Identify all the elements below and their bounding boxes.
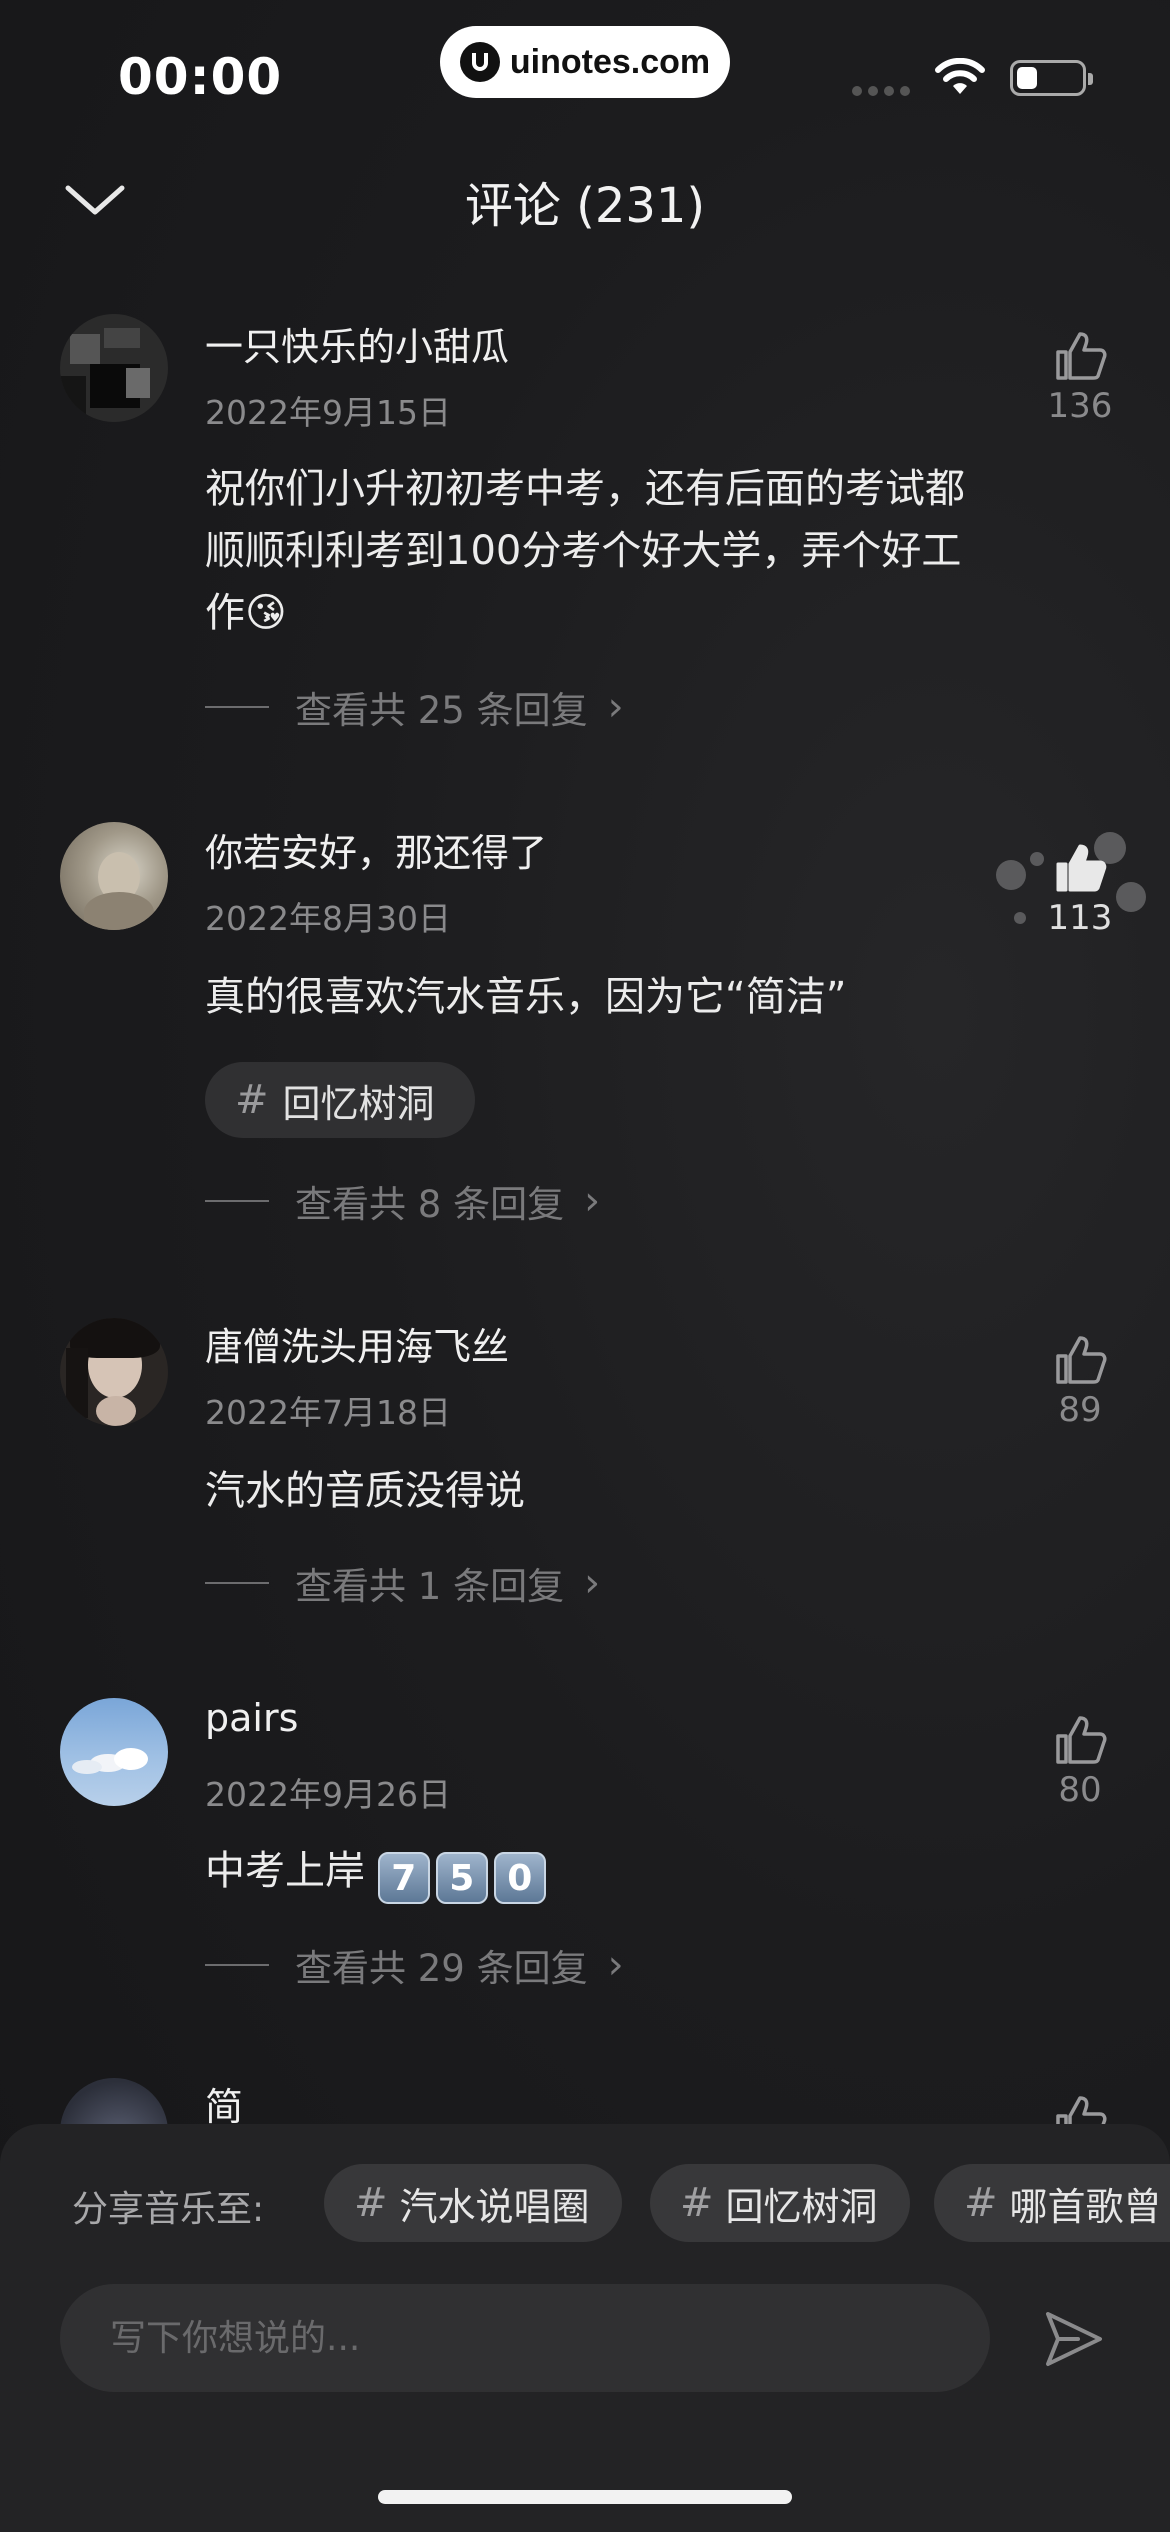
keycap-emoji-group: 750 bbox=[377, 1848, 552, 1904]
hashtag-icon: # bbox=[235, 1077, 269, 1123]
share-chip-label: 哪首歌曾 bbox=[1009, 2184, 1162, 2229]
comment-input-field[interactable] bbox=[60, 2284, 990, 2392]
share-chip-label: 汽水说唱圈 bbox=[399, 2184, 590, 2229]
comment-text-content: 中考上岸 bbox=[205, 1848, 365, 1894]
chevron-right-icon: › bbox=[607, 684, 624, 730]
view-replies-link[interactable]: 查看共 25 条回复 › bbox=[205, 680, 624, 734]
topic-tag[interactable]: # 回忆树洞 bbox=[205, 1062, 475, 1138]
avatar[interactable] bbox=[60, 1318, 168, 1426]
share-chip[interactable]: # 汽水说唱圈 bbox=[324, 2164, 622, 2242]
view-replies-label: 查看共 1 条回复 bbox=[295, 1565, 565, 1608]
chevron-right-icon: › bbox=[584, 1178, 601, 1224]
comment-text: 中考上岸 750 bbox=[205, 1840, 1005, 1904]
keycap-emoji: 0 bbox=[493, 1852, 546, 1904]
chevron-right-icon: › bbox=[607, 1942, 624, 1988]
share-chip-label: 回忆树洞 bbox=[725, 2184, 878, 2229]
send-icon[interactable] bbox=[1042, 2308, 1106, 2370]
comment-author[interactable]: 你若安好，那还得了 bbox=[205, 822, 547, 877]
watermark-text: uinotes.com bbox=[509, 42, 711, 81]
view-replies-label: 查看共 8 条回复 bbox=[295, 1183, 565, 1226]
view-replies-link[interactable]: 查看共 1 条回复 › bbox=[205, 1556, 600, 1610]
wifi-icon bbox=[935, 58, 985, 94]
home-indicator bbox=[378, 2490, 792, 2504]
view-replies-label: 查看共 29 条回复 bbox=[295, 1947, 588, 1990]
like-button[interactable]: 89 bbox=[1040, 1334, 1120, 1430]
view-replies-label: 查看共 25 条回复 bbox=[295, 689, 588, 732]
comment-author[interactable]: 唐僧洗头用海飞丝 bbox=[205, 1316, 509, 1371]
comment-input[interactable] bbox=[60, 2284, 990, 2392]
like-count: 113 bbox=[1047, 898, 1113, 938]
comment-author[interactable]: 一只快乐的小甜瓜 bbox=[205, 316, 509, 371]
battery-icon bbox=[1010, 60, 1093, 96]
hashtag-icon: # bbox=[964, 2180, 998, 2226]
page-title: 评论 (231) bbox=[464, 178, 706, 234]
keycap-emoji: 5 bbox=[435, 1852, 488, 1904]
comment-text: 祝你们小升初初考中考，还有后面的考试都顺顺利利考到100分考个好大学，弄个好工作… bbox=[205, 466, 965, 636]
like-button[interactable]: 113 bbox=[1040, 842, 1120, 938]
like-button[interactable]: 80 bbox=[1040, 1714, 1120, 1810]
view-replies-link[interactable]: 查看共 29 条回复 › bbox=[205, 1938, 624, 1992]
thumbs-up-icon bbox=[1056, 1716, 1107, 1764]
comment-text: 真的很喜欢汽水音乐，因为它“简洁” bbox=[205, 974, 847, 1020]
like-count: 80 bbox=[1058, 1770, 1102, 1810]
share-chip[interactable]: # 回忆树洞 bbox=[650, 2164, 910, 2242]
hashtag-icon: # bbox=[354, 2180, 388, 2226]
thumbs-up-icon bbox=[1056, 332, 1107, 380]
comment-date: 2022年9月26日 bbox=[205, 1775, 451, 1814]
comment-date: 2022年7月18日 bbox=[205, 1393, 451, 1432]
status-time: 00:00 bbox=[118, 48, 283, 106]
chevron-right-icon: › bbox=[584, 1560, 601, 1606]
watermark-logo-icon bbox=[459, 42, 500, 82]
hashtag-icon: # bbox=[680, 2180, 714, 2226]
avatar[interactable] bbox=[60, 314, 168, 422]
like-count: 89 bbox=[1058, 1390, 1102, 1430]
share-label: 分享音乐至: bbox=[72, 2189, 265, 2230]
watermark-badge: uinotes.com bbox=[440, 26, 730, 98]
share-chip[interactable]: # 哪首歌曾 bbox=[934, 2164, 1170, 2242]
thumbs-up-filled-icon bbox=[1056, 844, 1107, 892]
avatar[interactable] bbox=[60, 822, 168, 930]
thumbs-up-icon bbox=[1056, 1336, 1107, 1384]
comment-date: 2022年8月30日 bbox=[205, 899, 451, 938]
topic-tag-label: 回忆树洞 bbox=[282, 1081, 435, 1126]
comment-author[interactable]: 简 bbox=[205, 2076, 243, 2131]
avatar[interactable] bbox=[60, 1698, 168, 1806]
view-replies-link[interactable]: 查看共 8 条回复 › bbox=[205, 1174, 600, 1228]
cellular-signal-icon bbox=[852, 86, 910, 96]
comment-text: 汽水的音质没得说 bbox=[205, 1468, 525, 1514]
like-button[interactable]: 136 bbox=[1040, 330, 1120, 426]
keycap-emoji: 7 bbox=[377, 1852, 430, 1904]
like-count: 136 bbox=[1047, 386, 1113, 426]
comment-date: 2022年9月15日 bbox=[205, 393, 451, 432]
comment-author[interactable]: pairs bbox=[205, 1696, 298, 1740]
